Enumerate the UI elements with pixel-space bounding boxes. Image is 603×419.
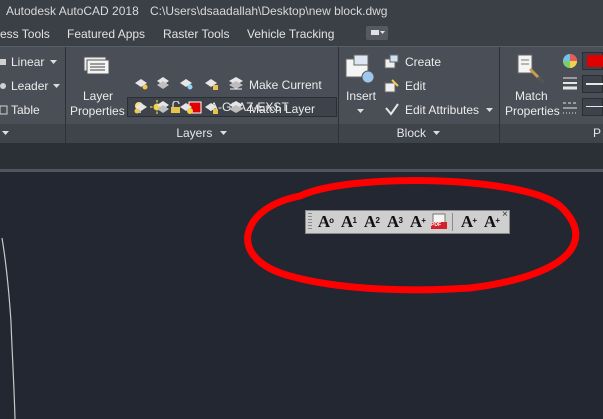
edit-attributes-dropdown-icon[interactable] (486, 108, 494, 114)
layer-properties-label-1[interactable]: Layer (83, 89, 113, 103)
toolbar-button-3[interactable]: A2 (360, 213, 380, 231)
toolbar-button-5[interactable]: A + (406, 213, 426, 231)
red-highlight-circle (244, 177, 580, 294)
overflow-icon (371, 30, 385, 35)
tab-vehicle-tracking[interactable]: Vehicle Tracking (247, 27, 334, 41)
toolbar-button-4-sup: 3 (398, 216, 403, 225)
toolbar-button-5-sup: + (421, 216, 426, 225)
linear-dim-icon (0, 59, 6, 65)
toolbar-button-8-label: A (483, 212, 497, 231)
ribbon: Linear Leader Table Layer Properties A-G… (0, 46, 603, 144)
toolbar-button-3-sup: 2 (375, 216, 380, 225)
toolbar-close-button[interactable]: × (502, 209, 508, 220)
toolbar-button-3-label: A (363, 212, 377, 231)
toolbar-button-1[interactable]: Ao (314, 213, 334, 231)
annotation-expand-icon (2, 131, 9, 135)
toolbar-button-2-label: A (340, 212, 354, 231)
layer-walk-icon[interactable] (155, 99, 171, 115)
color-dropdown[interactable] (582, 52, 603, 70)
tab-raster-tools[interactable]: Raster Tools (163, 27, 229, 41)
properties-panel-footer[interactable]: P (500, 124, 603, 143)
layer-thaw-icon[interactable] (178, 99, 194, 115)
toolbar-pdf-button[interactable]: PDF (429, 213, 449, 231)
drawn-line (1, 237, 16, 419)
insert-dropdown-icon[interactable] (357, 109, 365, 115)
color-wheel-icon[interactable] (562, 53, 578, 69)
make-current-icon (229, 77, 243, 90)
layer-properties-icon (83, 56, 110, 75)
tab-overflow-button[interactable] (366, 26, 388, 40)
toolbar-button-4[interactable]: A3 (383, 213, 403, 231)
toolbar-button-2[interactable]: A1 (337, 213, 357, 231)
table-icon (0, 105, 8, 115)
lineweight-line (586, 83, 603, 85)
layer-isolate-icon[interactable] (155, 75, 171, 91)
leader-dropdown-icon[interactable] (53, 84, 61, 90)
toolbar-pdf-label: PDF (431, 222, 441, 228)
layer-unlock-icon[interactable] (203, 99, 219, 115)
color-swatch (587, 55, 603, 67)
toolbar-button-7-label: A (460, 212, 474, 231)
layer-previous-icon[interactable] (133, 99, 149, 115)
document-tab-strip (0, 143, 603, 169)
toolbar-button-2-sup: 1 (352, 216, 357, 225)
make-current-button[interactable]: Make Current (249, 78, 322, 92)
leader-button[interactable]: Leader (11, 79, 48, 93)
table-button[interactable]: Table (11, 103, 40, 117)
insert-block-icon (345, 54, 375, 84)
linetype-dropdown[interactable] (582, 98, 603, 116)
block-expand-icon (433, 131, 441, 135)
linear-button[interactable]: Linear (11, 55, 44, 69)
linetype-line (586, 106, 603, 107)
title-bar: Autodesk AutoCAD 2018 C:\Users\dsaadalla… (0, 0, 603, 22)
edit-attributes-button[interactable]: Edit Attributes (405, 103, 479, 117)
edit-block-icon (384, 79, 399, 93)
toolbar-button-5-label: A (409, 212, 423, 231)
drawing-canvas[interactable] (0, 172, 603, 419)
annotation-panel-footer[interactable] (0, 124, 65, 143)
layer-freeze-icon[interactable] (178, 75, 194, 91)
linear-dropdown-icon[interactable] (50, 60, 58, 66)
match-properties-icon (517, 54, 546, 85)
canvas-geometry (1, 177, 580, 419)
edit-button[interactable]: Edit (405, 79, 426, 93)
create-block-icon (384, 54, 399, 69)
toolbar-separator (452, 213, 453, 231)
toolbar-grip[interactable] (308, 213, 312, 231)
file-path: C:\Users\dsaadallah\Desktop\new block.dw… (150, 4, 388, 18)
match-properties-label-1[interactable]: Match (515, 89, 548, 103)
layers-expand-icon (219, 131, 227, 135)
toolbar-button-8[interactable]: A + (480, 213, 500, 231)
toolbar-button-4-label: A (386, 212, 400, 231)
layers-panel-title: Layers (176, 126, 213, 140)
tab-featured-apps[interactable]: Featured Apps (67, 27, 145, 41)
layers-panel-footer[interactable]: Layers (66, 124, 338, 143)
floating-toolbar: Ao A1 A2 A3 A + PDF A + A + × (305, 209, 510, 234)
app-title: Autodesk AutoCAD 2018 (6, 4, 139, 18)
layer-lock-icon[interactable] (203, 75, 219, 91)
layer-state-icon[interactable] (133, 75, 149, 91)
toolbar-button-1-sup: o (329, 216, 334, 225)
edit-attributes-icon (385, 103, 399, 116)
block-panel-title: Block (396, 126, 426, 140)
lineweight-icon[interactable] (562, 75, 578, 91)
toolbar-button-8-sup: + (495, 216, 500, 225)
match-layer-button[interactable]: Match Layer (249, 102, 315, 116)
properties-panel-title: P (593, 126, 602, 140)
insert-button[interactable]: Insert (346, 89, 376, 103)
create-button[interactable]: Create (405, 55, 441, 69)
match-properties-label-2[interactable]: Properties (505, 104, 560, 118)
toolbar-button-7-sup: + (472, 216, 477, 225)
ribbon-tabs: ess Tools Featured Apps Raster Tools Veh… (0, 22, 603, 46)
leader-icon (0, 83, 6, 89)
linetype-icon[interactable] (562, 99, 578, 115)
block-panel-footer[interactable]: Block (339, 124, 499, 143)
match-layer-icon (229, 101, 243, 113)
toolbar-button-7[interactable]: A + (457, 213, 477, 231)
lineweight-dropdown[interactable] (582, 75, 603, 93)
layer-properties-label-2[interactable]: Properties (70, 104, 125, 118)
tab-express-tools[interactable]: ess Tools (0, 27, 50, 41)
